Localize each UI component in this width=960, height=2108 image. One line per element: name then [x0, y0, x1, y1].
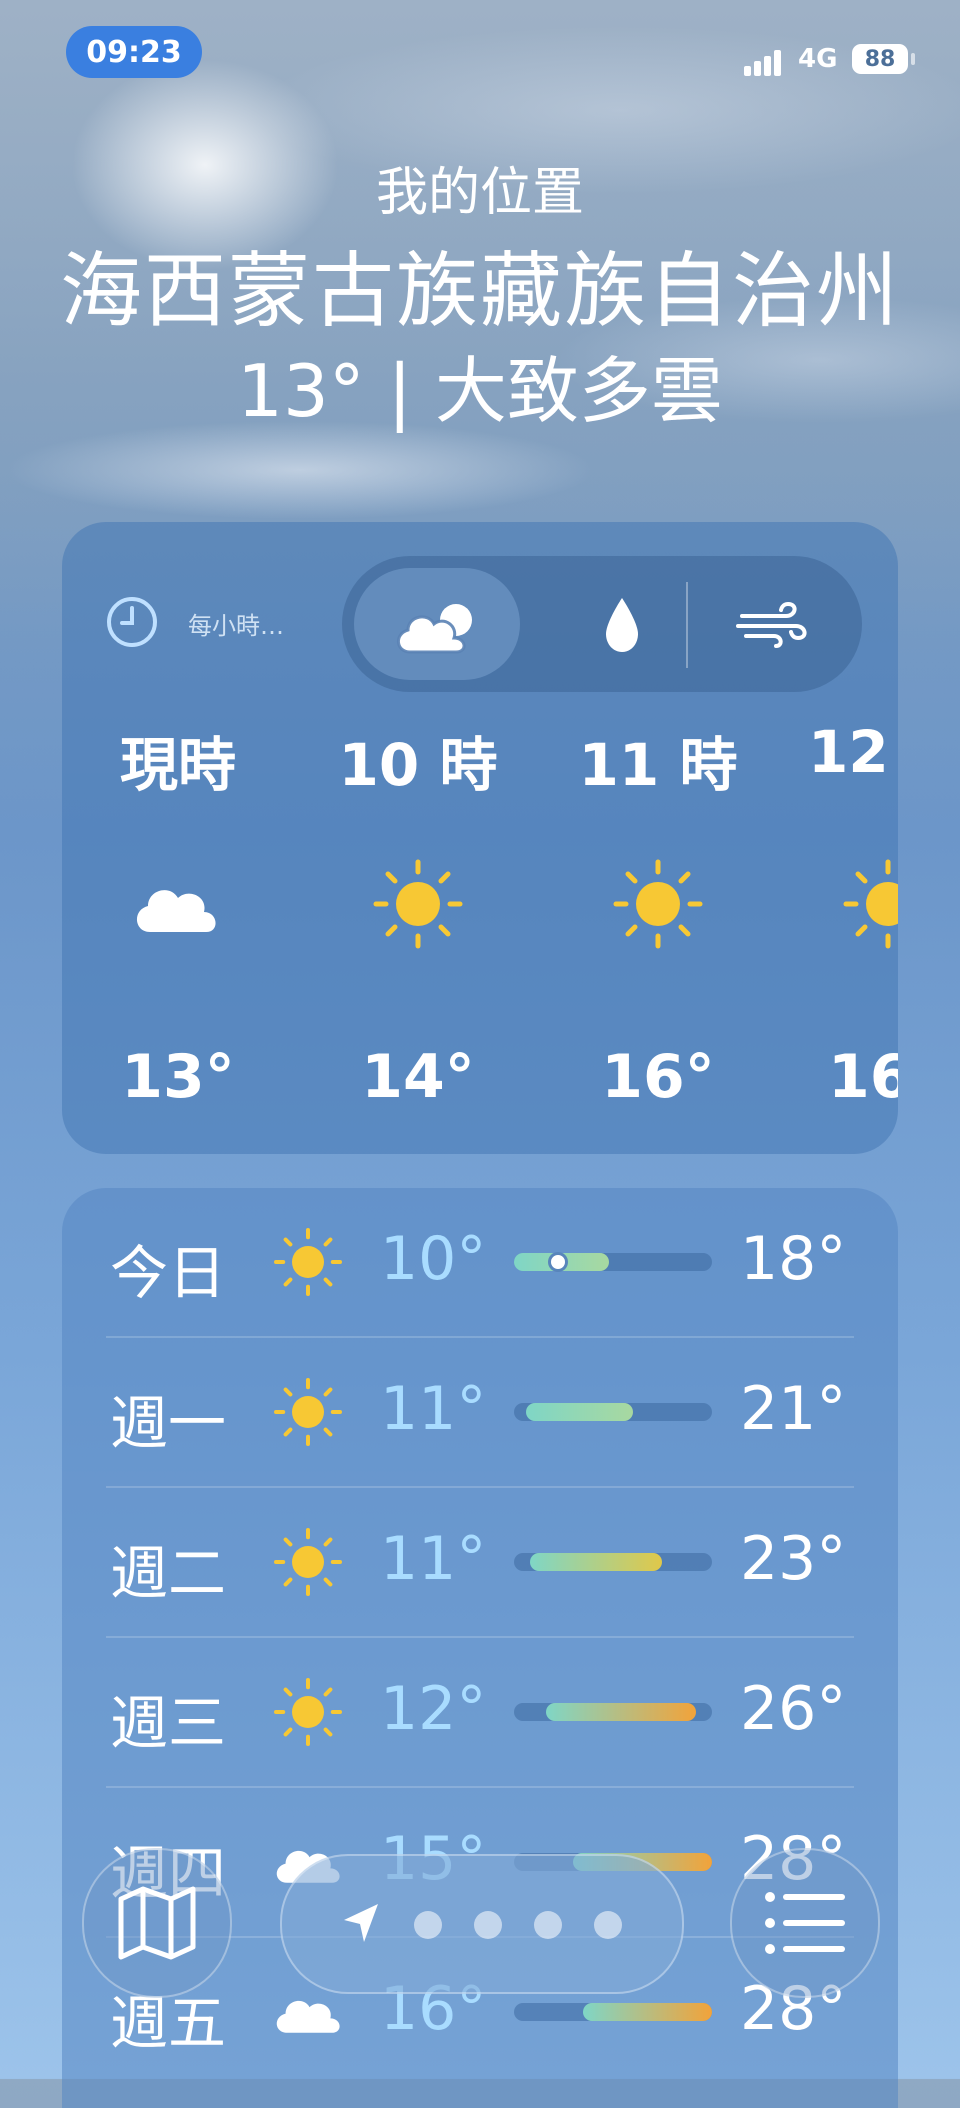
hour-temp: 16° — [601, 1042, 715, 1112]
day-name: 今日 — [110, 1239, 227, 1307]
sun-icon — [274, 1378, 342, 1446]
cloud-icon — [136, 890, 216, 932]
temp-range-bar — [514, 1252, 712, 1272]
day-high-temp: 21° — [740, 1374, 847, 1444]
current-temp-dot — [547, 1252, 568, 1272]
segment-precipitation[interactable] — [582, 582, 662, 668]
sun-icon — [613, 859, 703, 949]
network-type: 4G — [798, 44, 838, 74]
day-low-temp: 11° — [380, 1374, 487, 1444]
battery-level: 88 — [864, 46, 896, 72]
day-high-temp: 23° — [740, 1524, 847, 1594]
hour-time: 10 時 — [338, 731, 498, 799]
page-dot[interactable] — [594, 1911, 622, 1939]
location-pager[interactable] — [280, 1854, 684, 1994]
day-low-temp: 11° — [380, 1524, 487, 1594]
day-row[interactable]: 週三 12° 26° — [62, 1638, 898, 1788]
hour-time: 11 時 — [578, 731, 738, 799]
location-arrow-icon — [344, 1904, 378, 1942]
temp-range-bar — [514, 1403, 712, 1421]
hourly-forecast-card[interactable]: 每小時… 現時 13° 10 時 14° 11 時 16° 12 16 — [62, 522, 898, 1154]
cloud-sun-icon — [397, 604, 472, 654]
day-name: 週三 — [110, 1689, 227, 1757]
temp-range-fill — [525, 1403, 633, 1421]
day-low-temp: 12° — [380, 1674, 487, 1744]
raindrop-icon — [606, 598, 638, 652]
list-button[interactable] — [730, 1848, 880, 1998]
temp-range-bar — [514, 1703, 712, 1721]
city-name: 海西蒙古族藏族自治州 — [59, 244, 900, 339]
list-icon — [765, 1892, 845, 1954]
current-summary: 13° | 大致多雲 — [237, 349, 723, 433]
page-dot[interactable] — [534, 1911, 562, 1939]
battery-tip — [911, 53, 915, 65]
page-dot[interactable] — [474, 1911, 502, 1939]
day-row[interactable]: 週一 11° 21° — [62, 1338, 898, 1488]
day-high-temp: 18° — [740, 1224, 847, 1294]
clock-icon — [107, 597, 157, 647]
map-icon — [118, 1886, 196, 1960]
day-row[interactable]: 週二 11° 23° — [62, 1488, 898, 1638]
hour-time: 12 — [808, 718, 889, 786]
status-time-text: 09:23 — [86, 34, 182, 70]
sun-icon — [373, 859, 463, 949]
temp-range-bar — [514, 1553, 712, 1571]
day-row[interactable]: 今日 10° 18° — [62, 1188, 898, 1338]
temp-range-fill — [529, 1553, 663, 1571]
day-low-temp: 10° — [380, 1224, 487, 1294]
temp-range-fill — [583, 2003, 712, 2021]
map-button[interactable] — [82, 1848, 232, 1998]
sun-icon — [274, 1678, 342, 1746]
hour-temp: 13° — [121, 1042, 235, 1112]
hourly-label: 每小時… — [188, 612, 284, 640]
page-dot[interactable] — [414, 1911, 442, 1939]
location-label: 我的位置 — [375, 163, 584, 223]
battery-icon: 88 — [852, 44, 908, 74]
hour-temp: 14° — [361, 1042, 475, 1112]
day-high-temp: 26° — [740, 1674, 847, 1744]
day-name: 週二 — [110, 1539, 227, 1607]
wind-icon — [736, 601, 807, 648]
hour-temp: 16 — [828, 1042, 898, 1112]
sun-icon — [843, 859, 898, 949]
day-name: 週一 — [110, 1389, 227, 1457]
sun-icon — [274, 1528, 342, 1596]
signal-icon — [744, 50, 788, 76]
segment-wind[interactable] — [726, 582, 816, 668]
temp-range-bar — [514, 2003, 712, 2021]
sun-icon — [274, 1228, 342, 1296]
temp-range-fill — [545, 1703, 697, 1721]
segment-divider — [686, 582, 688, 668]
hour-time: 現時 — [119, 731, 236, 799]
status-time: 09:23 — [66, 26, 202, 78]
